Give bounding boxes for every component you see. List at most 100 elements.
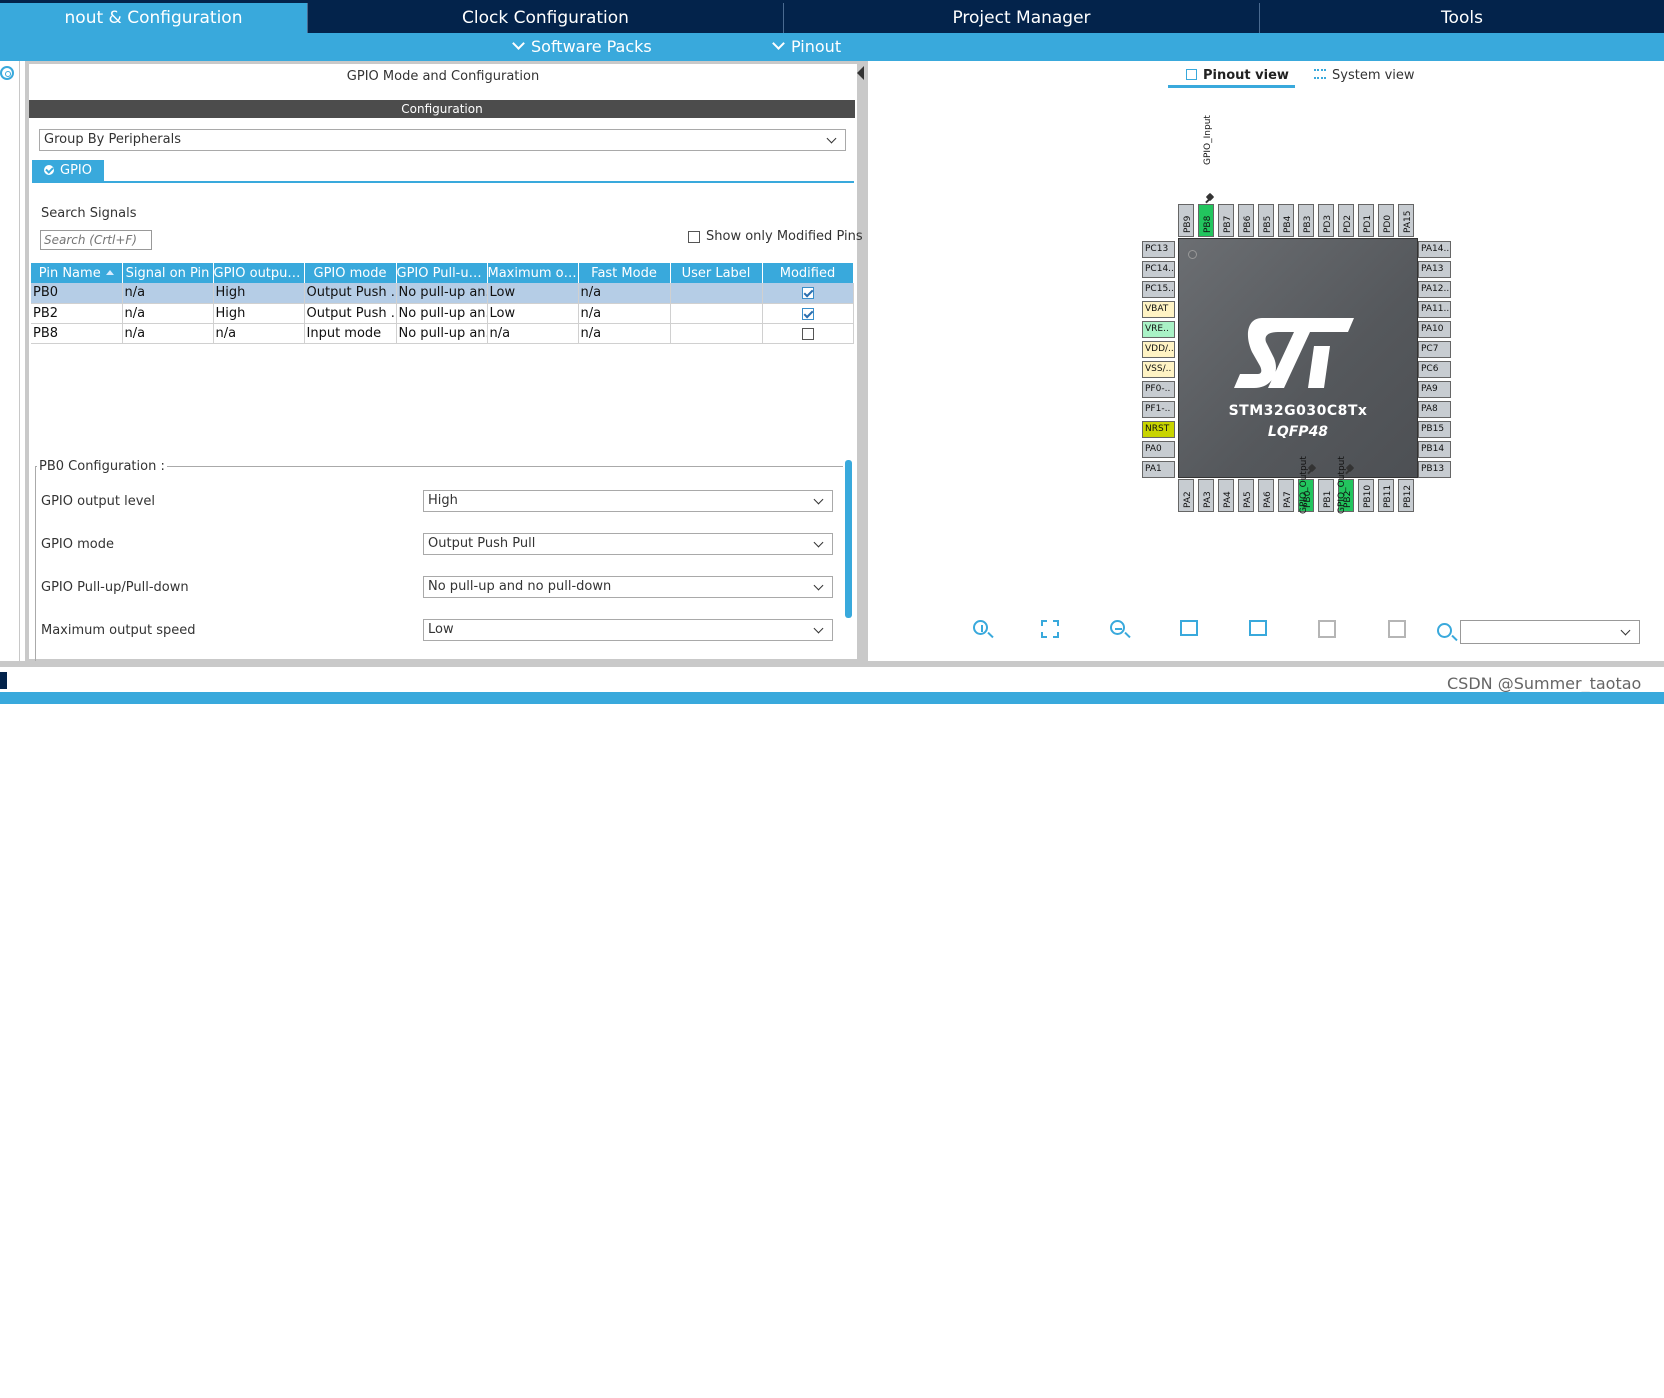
- tab-tools[interactable]: Tools: [1260, 3, 1664, 33]
- pull-select[interactable]: No pull-up and no pull-down: [423, 576, 833, 598]
- pin-pf1[interactable]: PF1-..: [1142, 401, 1175, 418]
- pin-pa6[interactable]: PA6: [1258, 479, 1274, 512]
- cell-fast-mode: n/a: [578, 323, 671, 344]
- pin-pa15[interactable]: PA15: [1398, 204, 1414, 237]
- search-icon[interactable]: [1437, 623, 1452, 638]
- rotate-left-icon[interactable]: [1249, 620, 1267, 636]
- pin-search-select[interactable]: [1460, 620, 1640, 644]
- modified-checkbox[interactable]: [801, 327, 814, 340]
- column-header-gpio-mode[interactable]: GPIO mode: [304, 263, 397, 283]
- pin-pc7[interactable]: PC7: [1418, 341, 1451, 358]
- pin-pa2[interactable]: PA2: [1178, 479, 1194, 512]
- pin-pd2[interactable]: PD2: [1338, 204, 1354, 237]
- pin-pa9[interactable]: PA9: [1418, 381, 1451, 398]
- pin-pb13[interactable]: PB13: [1418, 461, 1451, 478]
- pin-pd0[interactable]: PD0: [1378, 204, 1394, 237]
- column-header-max-speed[interactable]: Maximum ou...: [487, 263, 579, 283]
- column-header-modified[interactable]: Modified: [762, 263, 854, 283]
- pin-pb14[interactable]: PB14: [1418, 441, 1451, 458]
- table-row[interactable]: PB8 n/a n/a Input mode No pull-up an... …: [31, 323, 854, 344]
- column-header-output-level[interactable]: GPIO output ...: [213, 263, 305, 283]
- pin-vbat[interactable]: VBAT: [1142, 301, 1175, 318]
- pin-pa11[interactable]: PA11..: [1418, 301, 1451, 318]
- pin-pc15[interactable]: PC15..: [1142, 281, 1175, 298]
- flip-horizontal-icon[interactable]: [1318, 620, 1336, 638]
- vertical-scrollbar[interactable]: [845, 460, 852, 618]
- pin-vdd[interactable]: VDD/..: [1142, 341, 1175, 358]
- pin-pa10[interactable]: PA10: [1418, 321, 1451, 338]
- cell-user-label[interactable]: [670, 283, 763, 304]
- group-by-select[interactable]: Group By Peripherals: [39, 129, 846, 151]
- show-modified-checkbox[interactable]: [688, 231, 700, 243]
- pin-pa7[interactable]: PA7: [1278, 479, 1294, 512]
- gpio-mode-select[interactable]: Output Push Pull: [423, 533, 833, 555]
- pin-pb4[interactable]: PB4: [1278, 204, 1294, 237]
- pin-pb15[interactable]: PB15: [1418, 421, 1451, 438]
- output-level-select[interactable]: High: [423, 490, 833, 512]
- software-packs-menu[interactable]: Software Packs: [512, 33, 652, 61]
- zoom-in-icon[interactable]: [973, 620, 988, 635]
- pin-pb3[interactable]: PB3: [1298, 204, 1314, 237]
- gear-icon[interactable]: [0, 66, 14, 80]
- pin-pb11[interactable]: PB11: [1378, 479, 1394, 512]
- pinout-menu[interactable]: Pinout: [772, 33, 841, 61]
- tab-gpio[interactable]: GPIO: [32, 160, 104, 182]
- pin-pc6[interactable]: PC6: [1418, 361, 1451, 378]
- pin-pd1[interactable]: PD1: [1358, 204, 1374, 237]
- pin-pb12[interactable]: PB12: [1398, 479, 1414, 512]
- pin-pa1[interactable]: PA1: [1142, 461, 1175, 478]
- cell-user-label[interactable]: [670, 303, 763, 324]
- pin-pa4[interactable]: PA4: [1218, 479, 1234, 512]
- pin-pd3[interactable]: PD3: [1318, 204, 1334, 237]
- cell-output-level: High: [213, 303, 305, 324]
- gpio-mode-label: GPIO mode: [41, 537, 114, 552]
- table-row[interactable]: PB0 n/a High Output Push ... No pull-up …: [31, 283, 854, 304]
- panel-divider[interactable]: [865, 61, 868, 661]
- pin-label: PC7: [1421, 344, 1439, 354]
- pin-pb6[interactable]: PB6: [1238, 204, 1254, 237]
- search-signals-input[interactable]: [40, 230, 152, 250]
- column-header-user-label[interactable]: User Label: [670, 263, 763, 283]
- pin-pb5[interactable]: PB5: [1258, 204, 1274, 237]
- tab-clock-configuration[interactable]: Clock Configuration: [308, 3, 784, 33]
- table-row[interactable]: PB2 n/a High Output Push ... No pull-up …: [31, 303, 854, 324]
- pin-pb1[interactable]: PB1: [1318, 479, 1334, 512]
- collapse-panel-icon[interactable]: [857, 66, 864, 80]
- pin-vss[interactable]: VSS/..: [1142, 361, 1175, 378]
- pin-pb10[interactable]: PB10: [1358, 479, 1374, 512]
- tab-project-manager[interactable]: Project Manager: [784, 3, 1260, 33]
- pin-pc14[interactable]: PC14..: [1142, 261, 1175, 278]
- column-header-signal[interactable]: Signal on Pin: [122, 263, 214, 283]
- pin-pc13[interactable]: PC13: [1142, 241, 1175, 258]
- pin-pb8[interactable]: PB8: [1198, 204, 1214, 237]
- cell-output-level: High: [213, 283, 305, 304]
- modified-checkbox[interactable]: [801, 307, 814, 320]
- fit-to-window-icon[interactable]: [1041, 620, 1059, 638]
- max-speed-select[interactable]: Low: [423, 619, 833, 641]
- column-header-fast-mode[interactable]: Fast Mode: [578, 263, 671, 283]
- pin-label: PC6: [1421, 364, 1439, 374]
- pin-pb7[interactable]: PB7: [1218, 204, 1234, 237]
- flip-vertical-icon[interactable]: [1388, 620, 1406, 638]
- tab-pinout-view[interactable]: Pinout view: [1186, 68, 1289, 83]
- zoom-out-icon[interactable]: [1110, 620, 1125, 635]
- pin-nrst[interactable]: NRST: [1142, 421, 1175, 438]
- pin-pa14[interactable]: PA14..: [1418, 241, 1451, 258]
- tab-system-view[interactable]: System view: [1314, 68, 1415, 83]
- tab-pinout-configuration[interactable]: nout & Configuration: [0, 3, 308, 33]
- pin-pa5[interactable]: PA5: [1238, 479, 1254, 512]
- pin-pf0[interactable]: PF0-..: [1142, 381, 1175, 398]
- modified-checkbox[interactable]: [801, 287, 814, 299]
- column-header-pin-name[interactable]: Pin Name: [31, 263, 123, 283]
- pin-label: PA15: [1403, 210, 1413, 233]
- pin-pa0[interactable]: PA0: [1142, 441, 1175, 458]
- pin-pa3[interactable]: PA3: [1198, 479, 1214, 512]
- pin-pa8[interactable]: PA8: [1418, 401, 1451, 418]
- cell-user-label[interactable]: [670, 323, 763, 344]
- pin-pa13[interactable]: PA13: [1418, 261, 1451, 278]
- pin-pb9[interactable]: PB9: [1178, 204, 1194, 237]
- column-header-pull[interactable]: GPIO Pull-up...: [396, 263, 488, 283]
- pin-pa12[interactable]: PA12..: [1418, 281, 1451, 298]
- rotate-right-icon[interactable]: [1180, 620, 1198, 636]
- pin-vre[interactable]: VRE..: [1142, 321, 1175, 338]
